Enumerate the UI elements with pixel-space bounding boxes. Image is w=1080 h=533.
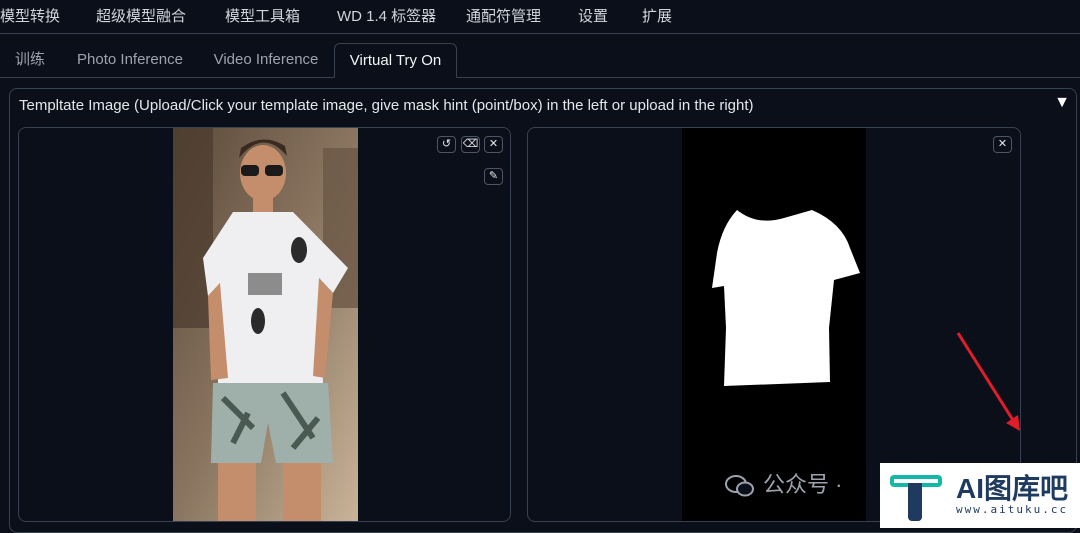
- undo-icon[interactable]: ↺: [437, 136, 456, 153]
- wechat-icon: [725, 474, 755, 498]
- tab-train[interactable]: 训练: [0, 43, 60, 78]
- panel-title[interactable]: Templtate Image (Upload/Click your templ…: [19, 97, 754, 114]
- template-image-editor[interactable]: ↺ ⌫ ✕ ✎: [18, 127, 511, 522]
- aituku-logo-icon: [890, 475, 942, 521]
- red-arrow-annotation: [956, 332, 1020, 431]
- close-icon[interactable]: ✕: [993, 136, 1012, 153]
- eraser-icon[interactable]: ⌫: [461, 136, 480, 153]
- tab-model-toolbox[interactable]: 模型工具箱: [225, 0, 300, 34]
- tab-extensions[interactable]: 扩展: [642, 0, 672, 34]
- shirt-mask: [712, 210, 860, 386]
- tab-wd-tagger[interactable]: WD 1.4 标签器: [337, 0, 436, 34]
- brand-name: AI图库吧: [956, 473, 1069, 504]
- sub-tabs: 训练 Photo Inference Video Inference Virtu…: [0, 34, 1080, 78]
- tab-model-convert[interactable]: 模型转换: [0, 0, 60, 34]
- brand-url: www.aituku.cc: [956, 503, 1069, 516]
- tab-super-merge[interactable]: 超级模型融合: [96, 0, 186, 34]
- mask-canvas: [682, 128, 866, 521]
- wechat-watermark: 公众号 ·: [725, 468, 842, 502]
- brush-icon[interactable]: ✎: [484, 168, 503, 185]
- collapse-caret-icon[interactable]: ▼: [1054, 94, 1070, 112]
- close-icon[interactable]: ✕: [484, 136, 503, 153]
- tab-photo-inference[interactable]: Photo Inference: [66, 43, 194, 78]
- tab-wildcards[interactable]: 通配符管理: [466, 0, 541, 34]
- top-nav: 模型转换 超级模型融合 模型工具箱 WD 1.4 标签器 通配符管理 设置 扩展: [0, 0, 1080, 34]
- aituku-watermark: AI图库吧 www.aituku.cc: [880, 463, 1080, 528]
- wechat-label: 公众号 ·: [763, 472, 843, 497]
- tab-video-inference[interactable]: Video Inference: [204, 43, 328, 78]
- tab-virtual-try-on[interactable]: Virtual Try On: [334, 43, 457, 78]
- tab-settings[interactable]: 设置: [578, 0, 608, 34]
- template-photo[interactable]: [173, 128, 358, 522]
